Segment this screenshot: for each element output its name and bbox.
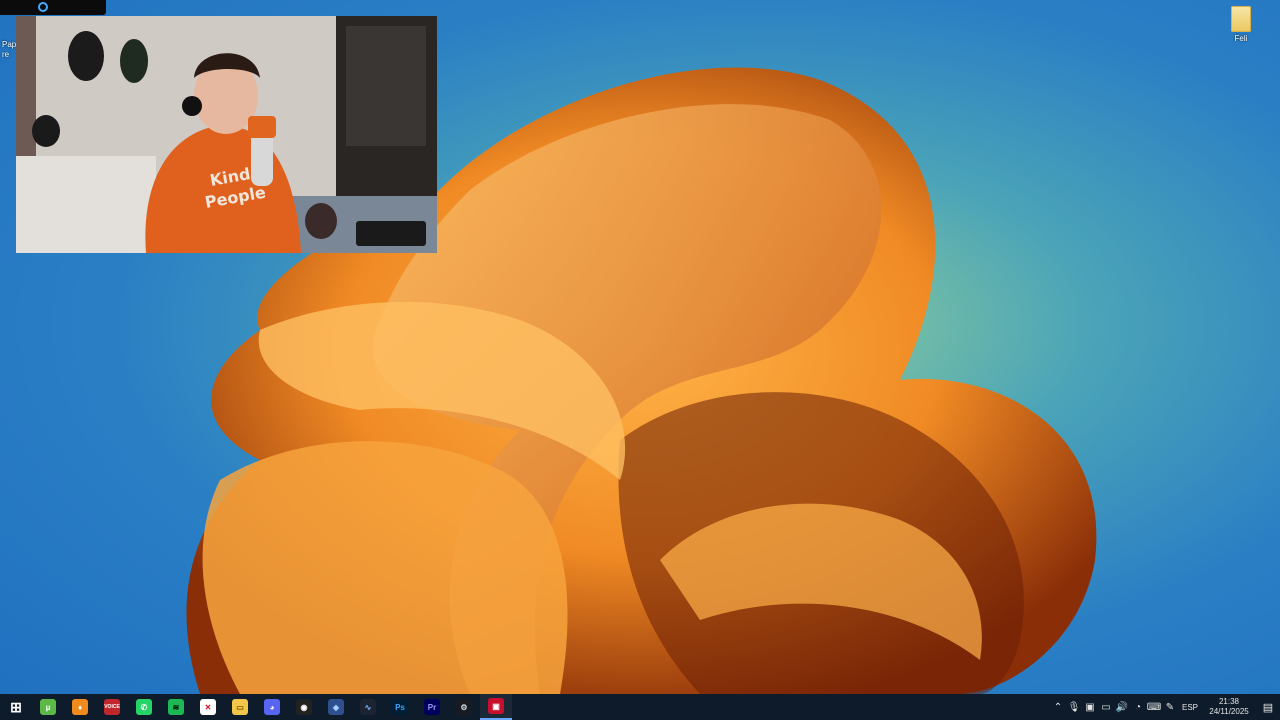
- start-button[interactable]: ⊞: [0, 694, 32, 720]
- app-obs[interactable]: ◉: [288, 694, 320, 720]
- desktop-icon-label: Pap re: [2, 40, 17, 59]
- webcam-scene: Kind People: [16, 16, 437, 253]
- app-red-active[interactable]: ▣: [480, 694, 512, 720]
- pen-icon[interactable]: ✎: [1162, 702, 1178, 713]
- clock-date: 24/11/2025: [1209, 707, 1249, 716]
- app-fl-studio[interactable]: ♦: [64, 694, 96, 720]
- system-tray: ⌃ 🎙 ▣ ▭ 🔊 ◔ ⌨ ✎ ESP 21:38 24/11/2025 ▤: [1050, 694, 1280, 720]
- whatsapp-icon: ✆: [136, 699, 152, 715]
- notifications-icon[interactable]: ▤: [1256, 701, 1280, 714]
- red-active-icon: ▣: [488, 698, 504, 714]
- premiere-icon: Pr: [424, 699, 440, 715]
- taskbar-apps: ⊞ µ ♦ VOICE ✆ ≋ ✕ ▭ ◕ ◉ ◆ ∿ Ps Pr ⚙ ▣: [0, 694, 512, 720]
- app-steam[interactable]: ⚙: [448, 694, 480, 720]
- webcam-overlay: Kind People: [16, 16, 437, 253]
- file-explorer-icon: ▭: [232, 699, 248, 715]
- microphone-icon[interactable]: 🎙: [1066, 702, 1082, 713]
- recording-indicator-bar: [0, 0, 106, 15]
- app-file-explorer[interactable]: ▭: [224, 694, 256, 720]
- volume-icon[interactable]: 🔊: [1114, 702, 1130, 713]
- x-red-icon: ✕: [200, 699, 216, 715]
- obs-icon: ◉: [296, 699, 312, 715]
- utorrent-icon: µ: [40, 699, 56, 715]
- app-voicemeeter[interactable]: VOICE: [96, 694, 128, 720]
- tray-status-icon[interactable]: ◔: [1130, 702, 1146, 713]
- app-spotify[interactable]: ≋: [160, 694, 192, 720]
- clock-time: 21:38: [1218, 697, 1240, 706]
- chevron-up-icon[interactable]: ⌃: [1050, 702, 1066, 713]
- tray-app-icon[interactable]: ▣: [1082, 702, 1098, 713]
- app-utorrent[interactable]: µ: [32, 694, 64, 720]
- language-indicator[interactable]: ESP: [1180, 703, 1200, 712]
- discord-icon: ◕: [264, 699, 280, 715]
- desktop-icon-folder-feli[interactable]: Feli: [1226, 6, 1256, 43]
- voicemeeter-icon: VOICE: [104, 699, 120, 715]
- app-whatsapp[interactable]: ✆: [128, 694, 160, 720]
- diamond-icon: ◆: [328, 699, 344, 715]
- record-icon: [38, 2, 48, 12]
- fl-studio-icon: ♦: [72, 699, 88, 715]
- app-x-red[interactable]: ✕: [192, 694, 224, 720]
- app-premiere[interactable]: Pr: [416, 694, 448, 720]
- app-diamond[interactable]: ◆: [320, 694, 352, 720]
- app-discord[interactable]: ◕: [256, 694, 288, 720]
- clock[interactable]: 21:38 24/11/2025: [1206, 697, 1252, 717]
- folder-icon: [1231, 6, 1251, 32]
- steam-icon: ⚙: [456, 699, 472, 715]
- network-icon[interactable]: ▭: [1098, 702, 1114, 713]
- audio-editor-icon: ∿: [360, 699, 376, 715]
- taskbar: ⊞ µ ♦ VOICE ✆ ≋ ✕ ▭ ◕ ◉ ◆ ∿ Ps Pr ⚙ ▣ ⌃ 🎙 ▣ ▭ 🔊 ◔ ⌨ ✎ E…: [0, 694, 1280, 720]
- spotify-icon: ≋: [168, 699, 184, 715]
- keyboard-icon[interactable]: ⌨: [1146, 702, 1162, 713]
- app-audio-editor[interactable]: ∿: [352, 694, 384, 720]
- desktop-icon-label: Feli: [1234, 34, 1248, 43]
- photoshop-icon: Ps: [392, 699, 408, 715]
- start-button-icon: ⊞: [8, 699, 24, 715]
- app-photoshop[interactable]: Ps: [384, 694, 416, 720]
